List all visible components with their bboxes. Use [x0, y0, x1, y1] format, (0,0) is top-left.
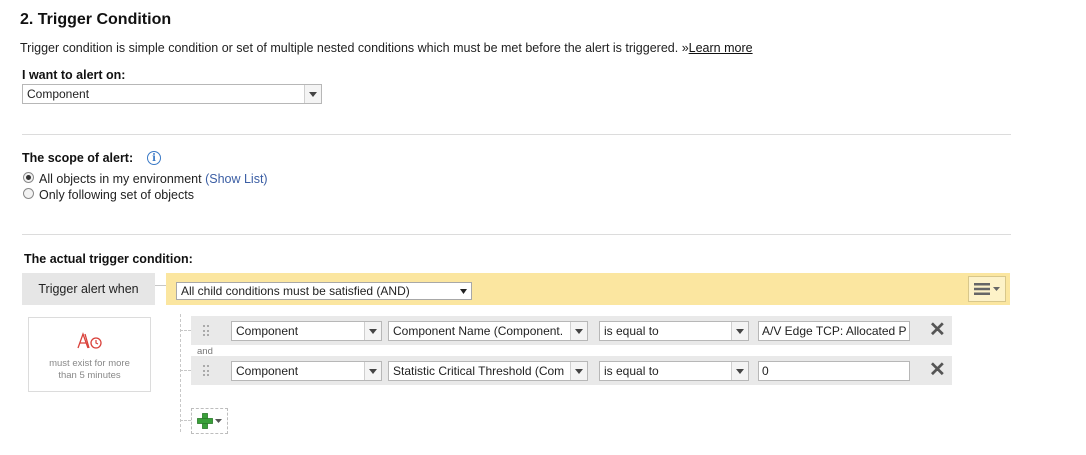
- caret-down-icon: [455, 283, 471, 299]
- entity-value: Component: [236, 324, 299, 338]
- chevron-down-icon: [364, 322, 381, 340]
- info-circle-icon[interactable]: i: [147, 151, 161, 165]
- caret-down-icon: [215, 419, 222, 423]
- property-value: Statistic Critical Threshold (Com: [393, 364, 565, 378]
- section-description: Trigger condition is simple condition or…: [20, 41, 753, 55]
- chevron-down-icon: [304, 85, 321, 103]
- scope-option-all-label: All objects in my environment: [39, 172, 202, 186]
- group-mode-value: All child conditions must be satisfied (…: [181, 284, 410, 298]
- entity-select[interactable]: Component: [231, 361, 382, 381]
- section-title: 2. Trigger Condition: [20, 11, 172, 28]
- scope-option-following-label: Only following set of objects: [39, 188, 194, 202]
- property-select[interactable]: Component Name (Component.: [388, 321, 588, 341]
- trigger-alert-when-label: Trigger alert when: [22, 273, 155, 305]
- close-x-icon[interactable]: ✕: [929, 360, 946, 380]
- scope-label: The scope of alert:: [22, 151, 134, 165]
- entity-select[interactable]: Component: [231, 321, 382, 341]
- tree-branch: [180, 330, 191, 332]
- operator-value: is equal to: [604, 324, 659, 338]
- property-select[interactable]: Statistic Critical Threshold (Com: [388, 361, 588, 381]
- scope-radio-following[interactable]: [23, 188, 34, 199]
- chevron-down-icon: [570, 322, 587, 340]
- add-condition-button[interactable]: [191, 408, 228, 434]
- drag-grip-icon[interactable]: [203, 365, 209, 377]
- trigger-condition-label: The actual trigger condition:: [24, 252, 193, 266]
- scope-radio-all[interactable]: [23, 172, 34, 183]
- learn-more-link[interactable]: Learn more: [689, 41, 753, 55]
- connector-line: [155, 285, 166, 286]
- group-mode-select[interactable]: All child conditions must be satisfied (…: [176, 282, 472, 300]
- caret-down-icon: [993, 287, 1000, 291]
- hamburger-menu-icon: [974, 283, 990, 295]
- section-divider: [22, 134, 1011, 135]
- operator-select[interactable]: is equal to: [599, 361, 749, 381]
- green-plus-icon: [197, 413, 213, 429]
- show-list-link[interactable]: (Show List): [205, 172, 268, 186]
- learn-more-prefix: »: [681, 41, 689, 55]
- condition-row: Component Statistic Critical Threshold (…: [191, 356, 952, 385]
- time-condition-icon: [76, 332, 102, 349]
- drag-grip-icon[interactable]: [203, 325, 209, 337]
- time-condition-card[interactable]: must exist for more than 5 minutes: [28, 317, 151, 392]
- alert-on-label: I want to alert on:: [22, 68, 126, 82]
- value-input[interactable]: 0: [758, 361, 910, 381]
- chevron-down-icon: [731, 322, 748, 340]
- description-text: Trigger condition is simple condition or…: [20, 41, 679, 55]
- tree-branch: [180, 370, 191, 372]
- tree-branch: [180, 420, 191, 422]
- section-divider: [22, 234, 1011, 235]
- alert-on-value: Component: [27, 87, 90, 101]
- alert-on-select[interactable]: Component: [22, 84, 322, 104]
- entity-value: Component: [236, 364, 299, 378]
- chevron-down-icon: [731, 362, 748, 380]
- operator-value: is equal to: [604, 364, 659, 378]
- group-menu-button[interactable]: [968, 276, 1006, 302]
- sustain-text: must exist for more than 5 minutes: [49, 358, 130, 381]
- close-x-icon[interactable]: ✕: [929, 320, 946, 340]
- scope-option-all: All objects in my environment (Show List…: [39, 172, 268, 186]
- operator-select[interactable]: is equal to: [599, 321, 749, 341]
- value-input[interactable]: A/V Edge TCP: Allocated P: [758, 321, 910, 341]
- chevron-down-icon: [364, 362, 381, 380]
- property-value: Component Name (Component.: [393, 324, 564, 338]
- condition-row: Component Component Name (Component. is …: [191, 316, 952, 345]
- chevron-down-icon: [570, 362, 587, 380]
